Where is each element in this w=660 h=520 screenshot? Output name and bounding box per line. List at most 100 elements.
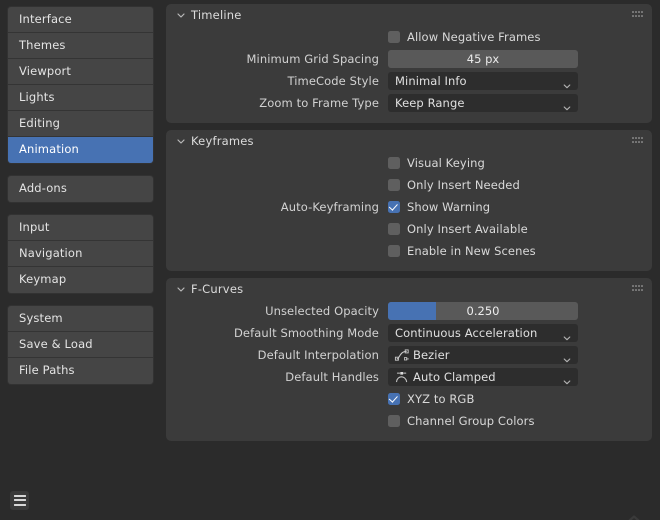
row-enable-in-new-scenes: Enable in New Scenes — [166, 240, 652, 262]
panel-grip-dots-icon[interactable] — [632, 137, 643, 144]
sidebar-item-editing[interactable]: Editing — [8, 111, 153, 137]
checkbox-box-icon — [388, 223, 400, 235]
sidebar-item-system[interactable]: System — [8, 306, 153, 332]
show-warning-checkbox[interactable]: Show Warning — [388, 200, 490, 214]
panel-fcurves-title: F-Curves — [191, 282, 243, 296]
row-channel-group-colors: Channel Group Colors — [166, 410, 652, 432]
sidebar-item-viewport[interactable]: Viewport — [8, 59, 153, 85]
row-default-handles: Default Handles Auto Clamped — [166, 366, 652, 388]
only-insert-needed-checkbox[interactable]: Only Insert Needed — [388, 178, 520, 192]
sidebar-item-input[interactable]: Input — [8, 215, 153, 241]
unselected-opacity-value: 0.250 — [467, 304, 500, 318]
visual-keying-checkbox[interactable]: Visual Keying — [388, 156, 485, 170]
chevron-up-icon[interactable] — [626, 508, 642, 518]
unselected-opacity-label: Unselected Opacity — [175, 304, 388, 318]
panel-fcurves-header[interactable]: F-Curves — [166, 278, 652, 300]
panel-timeline: Timeline Allow Negative Frames — [166, 4, 652, 123]
interpolation-bezier-icon — [394, 348, 410, 362]
row-zoom-to-frame-type: Zoom to Frame Type Keep Range — [166, 92, 652, 114]
zoom-to-frame-type-dropdown[interactable]: Keep Range — [388, 94, 578, 112]
checkbox-box-icon — [388, 157, 400, 169]
row-default-smoothing-mode: Default Smoothing Mode Continuous Accele… — [166, 322, 652, 344]
preferences-window: Interface Themes Viewport Lights Editing… — [0, 0, 660, 520]
row-unselected-opacity: Unselected Opacity 0.250 — [166, 300, 652, 322]
chevron-down-icon — [562, 76, 572, 86]
sidebar-item-animation[interactable]: Animation — [8, 137, 153, 163]
minimum-grid-spacing-label: Minimum Grid Spacing — [175, 52, 388, 66]
sidebar-group-addons: Add-ons — [7, 175, 154, 203]
sidebar-item-file-paths[interactable]: File Paths — [8, 358, 153, 384]
sidebar-item-lights[interactable]: Lights — [8, 85, 153, 111]
status-bar — [0, 480, 660, 520]
chevron-down-icon — [562, 372, 572, 382]
xyz-to-rgb-checkbox[interactable]: XYZ to RGB — [388, 392, 474, 406]
chevron-down-icon — [175, 135, 187, 147]
auto-keyframing-label: Auto-Keyframing — [175, 200, 388, 214]
default-handles-value: Auto Clamped — [413, 370, 562, 384]
enable-in-new-scenes-label: Enable in New Scenes — [407, 244, 536, 258]
panel-grip-dots-icon[interactable] — [632, 11, 643, 18]
chevron-down-icon — [562, 98, 572, 108]
allow-negative-frames-checkbox[interactable]: Allow Negative Frames — [388, 30, 541, 44]
sidebar-item-interface[interactable]: Interface — [8, 7, 153, 33]
only-insert-available-label: Only Insert Available — [407, 222, 528, 236]
default-interpolation-dropdown[interactable]: Bezier — [388, 346, 578, 364]
panel-grip-dots-icon[interactable] — [632, 285, 643, 292]
sidebar-item-save-and-load[interactable]: Save & Load — [8, 332, 153, 358]
default-interpolation-value: Bezier — [413, 348, 562, 362]
row-xyz-to-rgb: XYZ to RGB — [166, 388, 652, 410]
timecode-style-label: TimeCode Style — [175, 74, 388, 88]
unselected-opacity-slider[interactable]: 0.250 — [388, 302, 578, 320]
sidebar-item-themes[interactable]: Themes — [8, 33, 153, 59]
panel-fcurves: F-Curves Unselected Opacity 0.250 — [166, 278, 652, 441]
minimum-grid-spacing-input[interactable]: 45 px — [388, 50, 578, 68]
panel-timeline-header[interactable]: Timeline — [166, 4, 652, 26]
show-warning-label: Show Warning — [407, 200, 490, 214]
timecode-style-value: Minimal Info — [395, 74, 562, 88]
panel-timeline-title: Timeline — [191, 8, 242, 22]
visual-keying-control: Visual Keying — [388, 156, 578, 170]
panel-keyframes: Keyframes Visual Keying — [166, 130, 652, 271]
row-only-insert-available: Only Insert Available — [166, 218, 652, 240]
sidebar-item-keymap[interactable]: Keymap — [8, 267, 153, 293]
enable-in-new-scenes-checkbox[interactable]: Enable in New Scenes — [388, 244, 536, 258]
row-timecode-style: TimeCode Style Minimal Info — [166, 70, 652, 92]
preferences-content: Timeline Allow Negative Frames — [160, 0, 660, 480]
checkbox-box-icon — [388, 245, 400, 257]
sidebar-item-navigation[interactable]: Navigation — [8, 241, 153, 267]
default-interpolation-control: Bezier — [388, 346, 578, 364]
default-handles-dropdown[interactable]: Auto Clamped — [388, 368, 578, 386]
allow-negative-frames-control: Allow Negative Frames — [388, 30, 578, 44]
default-smoothing-mode-control: Continuous Acceleration — [388, 324, 578, 342]
hamburger-menu-icon[interactable] — [10, 491, 29, 510]
default-interpolation-label: Default Interpolation — [175, 348, 388, 362]
xyz-to-rgb-control: XYZ to RGB — [388, 392, 578, 406]
panel-keyframes-header[interactable]: Keyframes — [166, 130, 652, 152]
default-smoothing-mode-dropdown[interactable]: Continuous Acceleration — [388, 324, 578, 342]
row-allow-negative-frames: Allow Negative Frames — [166, 26, 652, 48]
timecode-style-dropdown[interactable]: Minimal Info — [388, 72, 578, 90]
visual-keying-label: Visual Keying — [407, 156, 485, 170]
sidebar-item-add-ons[interactable]: Add-ons — [8, 176, 153, 202]
sidebar-group-input: Input Navigation Keymap — [7, 214, 154, 294]
only-insert-needed-label: Only Insert Needed — [407, 178, 520, 192]
allow-negative-frames-label: Allow Negative Frames — [407, 30, 541, 44]
sidebar-group-general: Interface Themes Viewport Lights Editing… — [7, 6, 154, 164]
only-insert-available-checkbox[interactable]: Only Insert Available — [388, 222, 528, 236]
checkbox-box-icon — [388, 179, 400, 191]
zoom-to-frame-type-control: Keep Range — [388, 94, 578, 112]
default-smoothing-mode-label: Default Smoothing Mode — [175, 326, 388, 340]
chevron-down-icon — [562, 350, 572, 360]
slider-fill — [388, 302, 436, 320]
zoom-to-frame-type-value: Keep Range — [395, 96, 562, 110]
default-handles-label: Default Handles — [175, 370, 388, 384]
checkbox-box-icon — [388, 31, 400, 43]
row-default-interpolation: Default Interpolation — [166, 344, 652, 366]
chevron-down-icon — [175, 283, 187, 295]
chevron-down-icon — [175, 9, 187, 21]
channel-group-colors-control: Channel Group Colors — [388, 414, 578, 428]
channel-group-colors-checkbox[interactable]: Channel Group Colors — [388, 414, 535, 428]
default-smoothing-mode-value: Continuous Acceleration — [395, 326, 562, 340]
sidebar-group-system: System Save & Load File Paths — [7, 305, 154, 385]
default-handles-control: Auto Clamped — [388, 368, 578, 386]
